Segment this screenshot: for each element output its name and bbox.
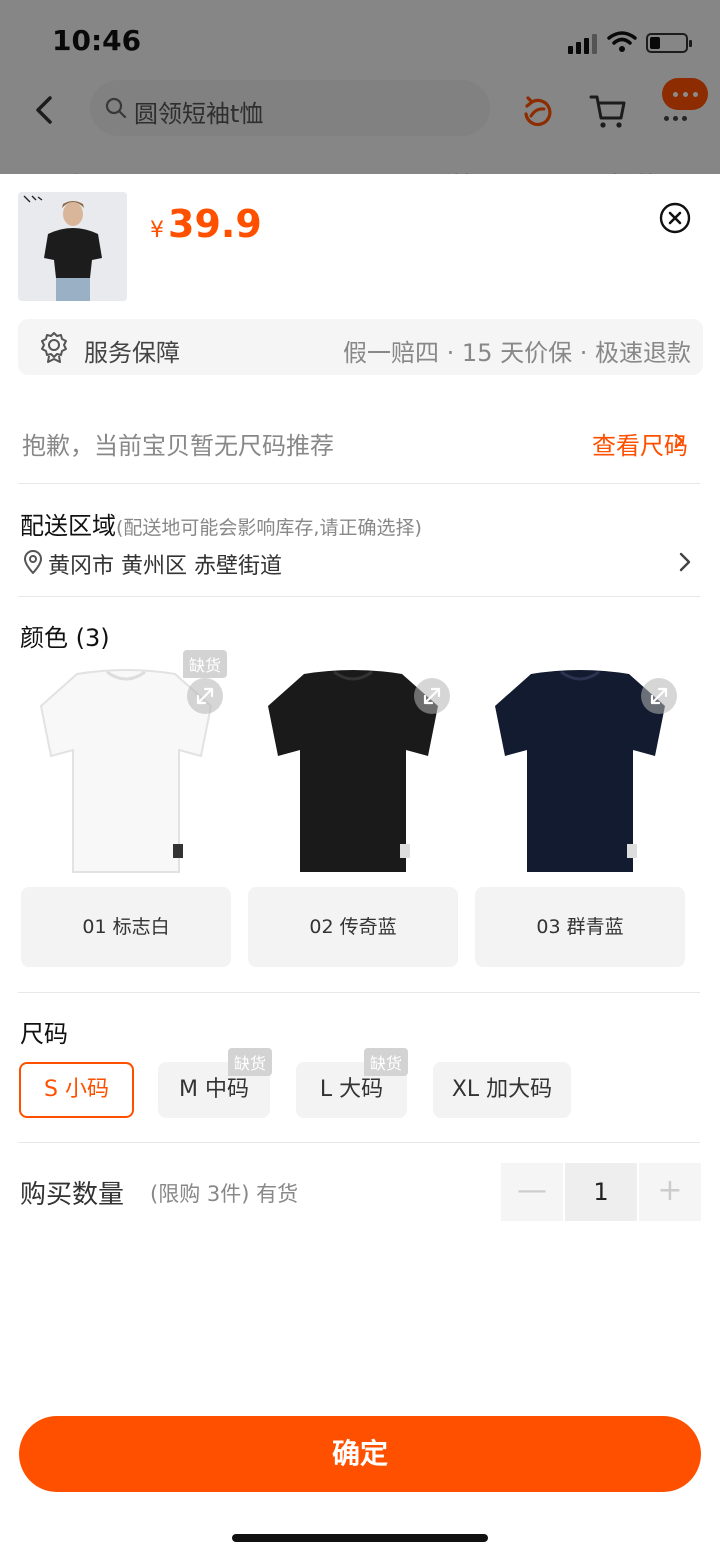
size-option-s[interactable]: S 小码 [19, 1062, 134, 1118]
location-pin-icon [24, 550, 42, 574]
delivery-address[interactable]: 黄冈市 黄州区 赤壁街道 [48, 548, 282, 580]
price: ¥39.9 [150, 202, 262, 246]
size-section-title: 尺码 [20, 1020, 68, 1048]
divider [18, 483, 700, 484]
service-guarantee[interactable]: 服务保障 假一赔四 · 15 天价保 · 极速退款 [18, 319, 703, 375]
model-photo [18, 192, 127, 301]
color-option-1[interactable]: 缺货 01 标志白 [21, 650, 231, 968]
product-thumbnail[interactable] [18, 192, 127, 301]
expand-icon[interactable] [641, 678, 677, 714]
delivery-title: 配送区域(配送地可能会影响库存,请正确选择) [20, 506, 422, 541]
size-option-xl[interactable]: XL 加大码 [433, 1062, 571, 1118]
delivery-title-label: 配送区域 [20, 512, 116, 540]
dim-overlay[interactable] [0, 0, 720, 174]
service-label: 服务保障 [84, 339, 180, 367]
divider [18, 992, 700, 993]
service-text: 假一赔四 · 15 天价保 · 极速退款 [343, 339, 691, 367]
expand-icon[interactable] [187, 678, 223, 714]
divider [18, 1142, 700, 1143]
color-option-3[interactable]: 03 群青蓝 [475, 664, 685, 968]
close-icon[interactable] [659, 202, 691, 234]
increase-button[interactable]: + [639, 1163, 701, 1221]
quantity-label: 购买数量 [20, 1180, 125, 1210]
color-label: 01 标志白 [21, 887, 231, 967]
price-currency: ¥ [150, 218, 164, 243]
quantity-stepper: — 1 + [501, 1163, 701, 1221]
out-of-stock-badge: 缺货 [228, 1048, 273, 1076]
quantity-value[interactable]: 1 [565, 1163, 637, 1221]
price-value: 39.9 [168, 202, 262, 246]
color-section-title: 颜色 (3) [20, 624, 110, 652]
badge-icon [41, 332, 67, 363]
color-option-2[interactable]: 02 传奇蓝 [248, 664, 458, 968]
expand-icon[interactable] [414, 678, 450, 714]
sku-selector-sheet: ¥39.9 服务保障 假一赔四 · 15 天价保 · 极速退款 抱歉，当前宝贝暂… [0, 174, 720, 1558]
decrease-button[interactable]: — [501, 1163, 563, 1221]
quantity-note: (限购 3件) 有货 [150, 1182, 299, 1206]
size-recommend-tip: 抱歉，当前宝贝暂无尺码推荐 [22, 432, 334, 460]
home-indicator [232, 1534, 488, 1542]
divider [18, 596, 700, 597]
color-label: 03 群青蓝 [475, 887, 685, 967]
delivery-note: (配送地可能会影响库存,请正确选择) [116, 517, 422, 539]
out-of-stock-badge: 缺货 [183, 650, 228, 678]
color-label: 02 传奇蓝 [248, 887, 458, 967]
out-of-stock-badge: 缺货 [364, 1048, 409, 1076]
chevron-right-icon[interactable] [678, 551, 692, 573]
confirm-button[interactable]: 确定 [19, 1416, 701, 1492]
chevron-right-icon[interactable] [672, 432, 686, 450]
